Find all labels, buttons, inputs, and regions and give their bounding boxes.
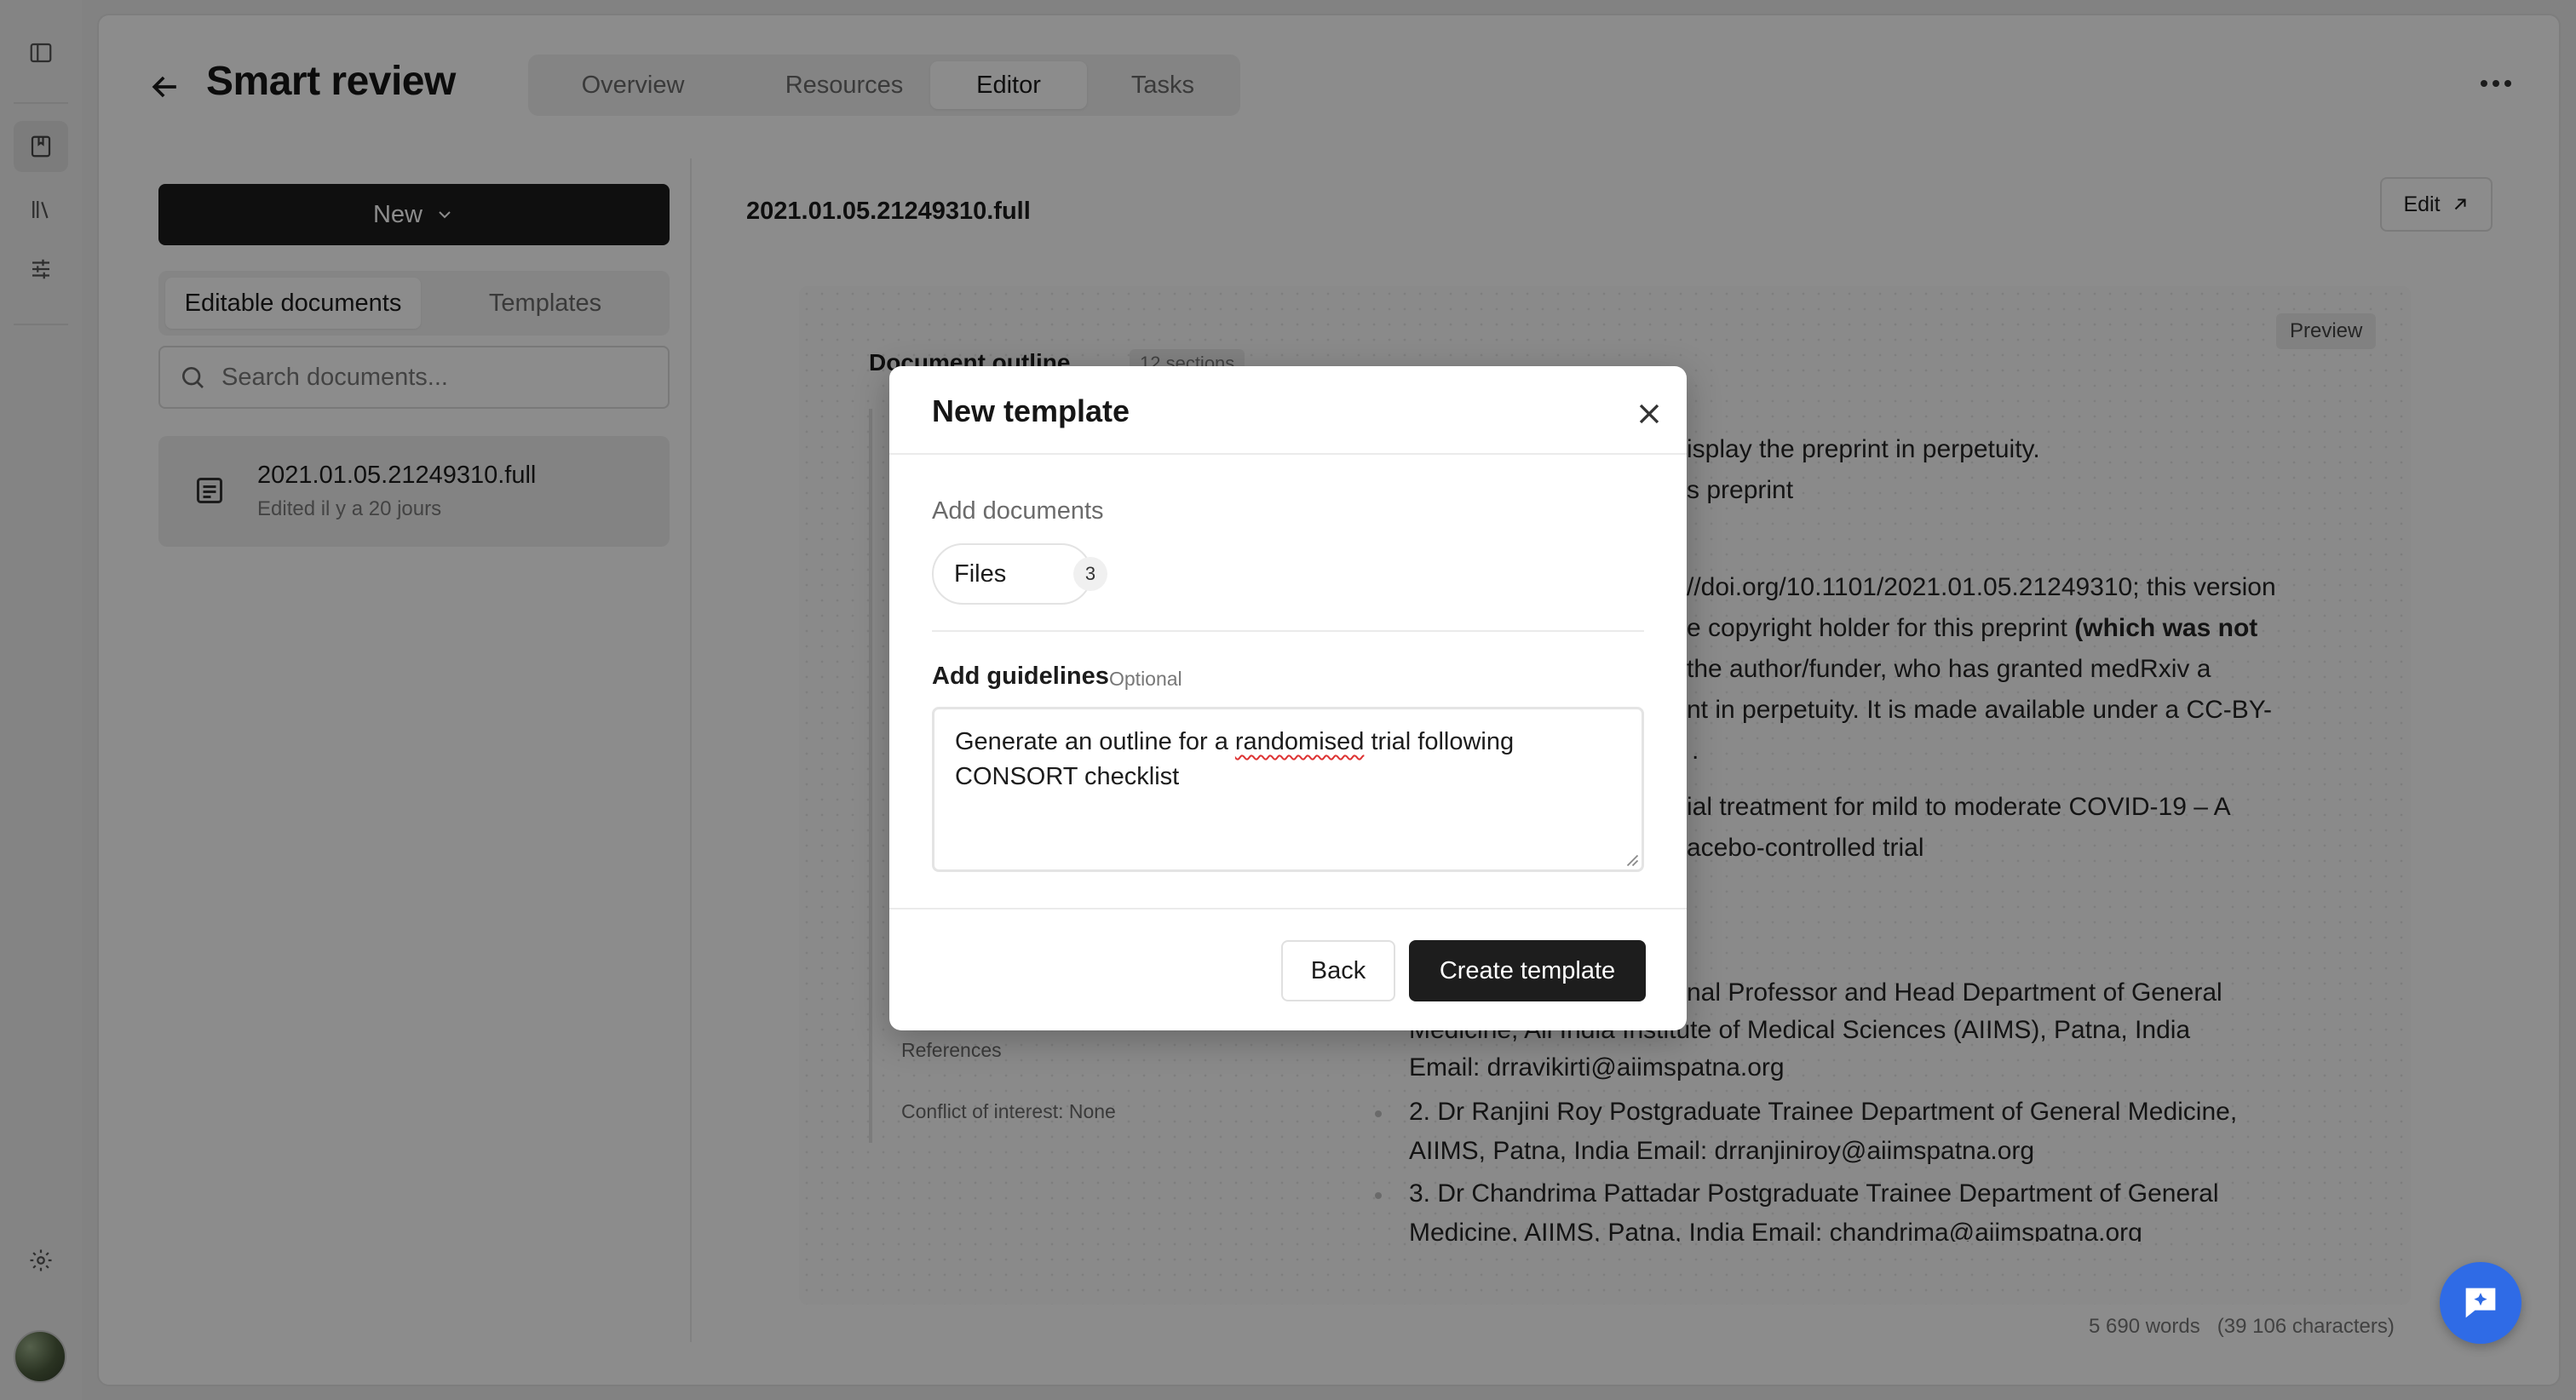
guidelines-optional-hint: Optional xyxy=(1109,668,1182,690)
back-button[interactable]: Back xyxy=(1281,940,1395,1001)
section-divider xyxy=(932,630,1644,632)
guidelines-text: Generate an outline for a xyxy=(955,728,1235,755)
create-template-button[interactable]: Create template xyxy=(1409,940,1646,1001)
files-chip-label: Files xyxy=(954,559,1007,588)
guidelines-textarea[interactable]: Generate an outline for a randomised tri… xyxy=(932,707,1644,872)
resize-grip-icon[interactable] xyxy=(1624,852,1639,867)
chat-assistant-button[interactable] xyxy=(2440,1262,2521,1344)
files-chip[interactable]: Files 3 xyxy=(932,543,1107,605)
files-count-badge: 3 xyxy=(1073,557,1107,591)
new-template-dialog: New template Add documents Files 3 Add g… xyxy=(889,366,1687,1030)
close-icon[interactable] xyxy=(1632,397,1666,431)
dialog-title: New template xyxy=(932,393,1130,428)
dialog-divider xyxy=(889,453,1687,455)
dialog-footer-divider xyxy=(889,908,1687,909)
add-documents-label: Add documents xyxy=(932,497,1104,525)
chat-sparkle-icon xyxy=(2465,1288,2496,1318)
guidelines-label: Add guidelines xyxy=(932,663,1109,690)
spellcheck-word: randomised xyxy=(1234,728,1365,755)
